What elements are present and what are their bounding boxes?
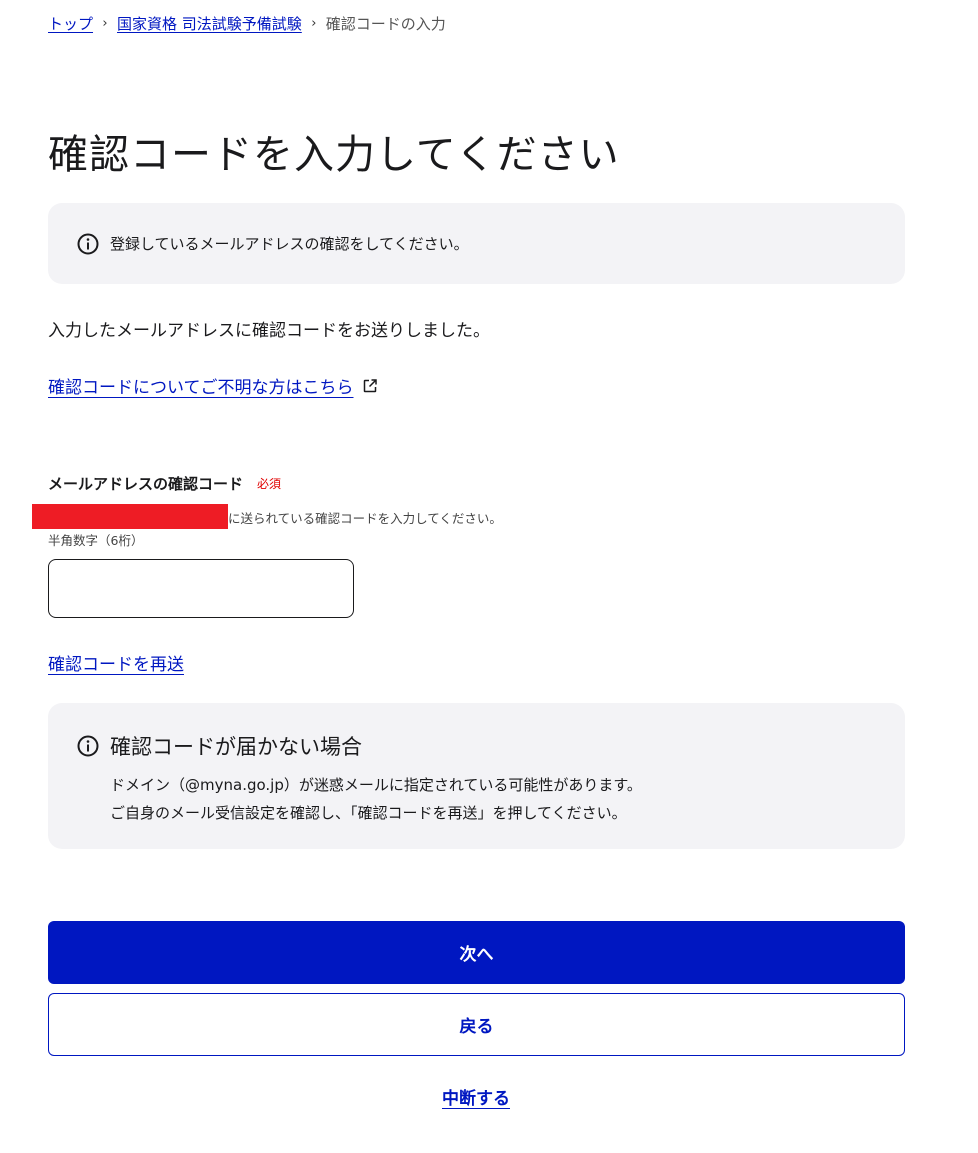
breadcrumb-current: 確認コードの入力	[325, 14, 446, 33]
breadcrumb-separator-icon: ›	[102, 15, 108, 31]
help-link-label: 確認コードについてご不明な方はこちら	[48, 378, 354, 398]
notice-line-1: ドメイン（@myna.go.jp）が迷惑メールに指定されている可能性があります。	[110, 776, 642, 794]
info-icon	[76, 232, 100, 256]
sent-message: 入力したメールアドレスに確認コードをお送りしました。	[48, 321, 490, 341]
notice-line-2: ご自身のメール受信設定を確認し、「確認コードを再送」を押してください。	[110, 804, 627, 822]
email-check-notice: 登録しているメールアドレスの確認をしてください。	[48, 203, 905, 284]
back-button[interactable]: 戻る	[48, 993, 905, 1056]
field-label-text: メールアドレスの確認コード	[48, 475, 244, 493]
breadcrumb-separator-icon: ›	[311, 15, 317, 31]
resend-code-link[interactable]: 確認コードを再送	[48, 650, 184, 675]
field-hint: 半角数字（6桁）	[48, 533, 144, 548]
redacted-email	[32, 504, 228, 529]
confirmation-code-help-link[interactable]: 確認コードについてご不明な方はこちら	[48, 373, 378, 398]
info-icon	[76, 734, 100, 758]
suspend-link-container: 中断する	[0, 1084, 952, 1109]
notice-body: ドメイン（@myna.go.jp）が迷惑メールに指定されている可能性があります。…	[110, 771, 877, 827]
notice-heading: 確認コードが届かない場合	[76, 731, 877, 761]
notice-title: 確認コードが届かない場合	[110, 735, 362, 759]
page-title: 確認コードを入力してください	[48, 132, 620, 178]
suspend-link[interactable]: 中断する	[442, 1089, 510, 1109]
breadcrumb: トップ › 国家資格 司法試験予備試験 › 確認コードの入力	[48, 12, 446, 34]
required-badge: 必須	[257, 477, 282, 491]
notice-text: 登録しているメールアドレスの確認をしてください。	[110, 235, 469, 253]
field-description: に送られている確認コードを入力してください。	[228, 511, 502, 526]
confirmation-code-input[interactable]	[48, 559, 354, 618]
external-link-icon	[362, 378, 378, 394]
next-button[interactable]: 次へ	[48, 921, 905, 984]
confirmation-code-label: メールアドレスの確認コード 必須	[48, 473, 281, 494]
breadcrumb-top-link[interactable]: トップ	[48, 13, 93, 34]
breadcrumb-exam-link[interactable]: 国家資格 司法試験予備試験	[117, 13, 302, 34]
code-not-received-notice: 確認コードが届かない場合 ドメイン（@myna.go.jp）が迷惑メールに指定さ…	[48, 703, 905, 849]
